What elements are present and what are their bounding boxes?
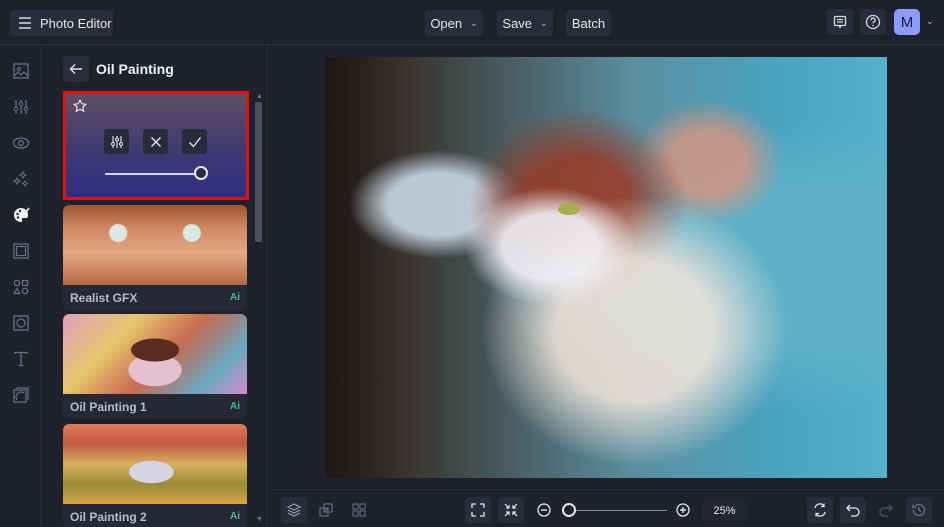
preset-label: Realist GFX: [70, 291, 138, 305]
batch-label: Batch: [571, 15, 606, 31]
help-circle-icon: [865, 14, 881, 30]
close-icon: [150, 136, 161, 147]
intensity-slider-thumb[interactable]: [194, 166, 208, 180]
palette-icon: [14, 207, 30, 222]
preset-label: Oil Painting 1: [70, 400, 147, 414]
zoom-value: 25%: [713, 504, 736, 517]
preset-thumbnail: [63, 314, 247, 394]
history-button[interactable]: [906, 497, 932, 523]
undo-button[interactable]: [840, 497, 866, 523]
zoom-in-button[interactable]: [670, 497, 696, 523]
account-chevron-down-icon[interactable]: ⌄: [926, 16, 934, 27]
checkmark-icon: [188, 136, 201, 148]
history-icon: [912, 503, 926, 517]
expand-icon: [471, 503, 485, 517]
avatar-initial: M: [900, 13, 914, 31]
redo-button[interactable]: [873, 497, 899, 523]
edited-photo[interactable]: [326, 57, 887, 478]
open-button[interactable]: Open ⌄: [425, 10, 483, 36]
eye-icon: [12, 137, 30, 149]
preset-thumbnail: [63, 424, 247, 504]
layers-icon: [286, 503, 302, 517]
sparkles-icon: [12, 170, 29, 187]
reset-button[interactable]: [807, 497, 833, 523]
sidebar-item-artsy[interactable]: [11, 205, 31, 225]
preset-settings-button[interactable]: [104, 129, 129, 154]
save-label: Save: [502, 15, 533, 31]
overlay-icon: [13, 315, 29, 331]
batch-button[interactable]: Batch: [566, 10, 611, 36]
compare-button[interactable]: [313, 497, 339, 523]
cancel-preset-button[interactable]: [143, 129, 168, 154]
hamburger-menu-icon: [19, 17, 31, 29]
sidebar-item-image[interactable]: [11, 61, 31, 81]
preset-card[interactable]: Oil Painting 2 Ai: [63, 424, 247, 527]
text-icon: [14, 351, 28, 367]
redo-icon: [879, 504, 893, 517]
image-icon: [13, 63, 29, 79]
shapes-icon: [13, 279, 29, 295]
back-button[interactable]: [63, 56, 89, 82]
chevron-down-icon: ⌄: [540, 17, 548, 28]
preset-thumbnail: [63, 205, 247, 285]
user-avatar[interactable]: M: [894, 9, 920, 35]
bottom-toolbar: 25%: [269, 489, 944, 527]
top-bar: Photo Editor Open ⌄ Save ⌄ Batch M ⌄: [0, 0, 944, 45]
sidebar-item-textures[interactable]: [11, 385, 31, 405]
open-label: Open: [430, 15, 463, 31]
scroll-up-arrow-icon[interactable]: ▲: [256, 93, 263, 100]
zoom-level-input[interactable]: 25%: [702, 500, 747, 521]
favorite-star-icon[interactable]: [73, 99, 87, 113]
grid-icon: [352, 503, 366, 517]
panel-title: Oil Painting: [96, 61, 174, 77]
refresh-icon: [814, 503, 826, 517]
help-button[interactable]: [860, 9, 886, 35]
sidebar-item-touch-up[interactable]: [11, 133, 31, 153]
intensity-slider-track[interactable]: [105, 173, 203, 175]
grid-button[interactable]: [346, 497, 372, 523]
sidebar-item-frames[interactable]: [11, 241, 31, 261]
actual-size-button[interactable]: [498, 497, 524, 523]
menu-button[interactable]: Photo Editor: [10, 10, 113, 36]
zoom-slider-thumb[interactable]: [562, 503, 576, 517]
preset-card[interactable]: Realist GFX Ai: [63, 205, 247, 310]
scroll-down-arrow-icon[interactable]: ▼: [256, 516, 263, 523]
app-title: Photo Editor: [40, 15, 112, 31]
selected-preset-card[interactable]: [63, 91, 249, 200]
sidebar-item-overlays[interactable]: [11, 313, 31, 333]
ai-badge: Ai: [230, 401, 240, 412]
apply-preset-button[interactable]: [182, 129, 207, 154]
arrow-left-icon: [69, 64, 82, 74]
effects-panel: Oil Painting Realist GFX Ai Oil Painting…: [43, 45, 268, 527]
preset-card[interactable]: Oil Painting 1 Ai: [63, 314, 247, 419]
zoom-in-icon: [676, 503, 690, 517]
undo-icon: [846, 504, 860, 517]
preset-label: Oil Painting 2: [70, 510, 147, 524]
tools-sidebar: [0, 45, 42, 527]
sidebar-item-effects[interactable]: [11, 169, 31, 189]
sliders-icon: [13, 100, 29, 114]
chevron-down-icon: ⌄: [470, 17, 478, 28]
feedback-button[interactable]: [827, 9, 853, 35]
zoom-out-icon: [537, 503, 551, 517]
sidebar-item-text[interactable]: [11, 349, 31, 369]
panel-scrollbar-thumb[interactable]: [255, 102, 262, 242]
sidebar-item-adjust[interactable]: [11, 97, 31, 117]
ai-badge: Ai: [230, 511, 240, 522]
texture-icon: [13, 387, 29, 403]
ai-badge: Ai: [230, 292, 240, 303]
sidebar-item-graphics[interactable]: [11, 277, 31, 297]
zoom-slider-track[interactable]: [569, 510, 667, 511]
sliders-icon: [110, 135, 123, 148]
frame-icon: [13, 243, 29, 259]
fit-to-screen-button[interactable]: [465, 497, 491, 523]
photo-detail: [558, 203, 580, 215]
save-button[interactable]: Save ⌄: [497, 10, 553, 36]
collapse-icon: [504, 503, 518, 517]
compare-icon: [319, 503, 333, 517]
message-icon: [833, 15, 847, 29]
zoom-out-button[interactable]: [531, 497, 557, 523]
layers-button[interactable]: [281, 497, 307, 523]
canvas-area: [269, 45, 944, 489]
